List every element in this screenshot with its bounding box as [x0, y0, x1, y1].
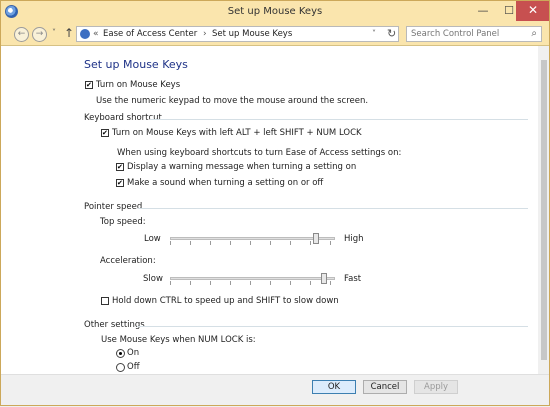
numlock-off-radio[interactable]	[116, 363, 125, 372]
top-speed-low-label: Low	[144, 234, 161, 244]
ok-button[interactable]: OK	[312, 380, 356, 394]
acceleration-ticks	[170, 281, 335, 285]
address-dropdown-icon[interactable]: ˅	[372, 29, 376, 38]
ctrl-shift-speed-label[interactable]: Hold down CTRL to speed up and SHIFT to …	[112, 296, 339, 306]
minimize-button[interactable]: —	[470, 0, 496, 21]
dialog-footer: OK Cancel Apply	[0, 374, 550, 407]
breadcrumb-ease-of-access[interactable]: Ease of Access Center	[103, 29, 197, 39]
acceleration-slider[interactable]	[170, 277, 335, 280]
content-area: Set up Mouse Keys Turn on Mouse Keys Use…	[0, 46, 550, 374]
top-speed-label: Top speed:	[100, 217, 146, 227]
search-icon[interactable]: ⌕	[531, 28, 537, 39]
up-arrow-icon[interactable]: ↑	[64, 26, 74, 40]
cancel-button[interactable]: Cancel	[363, 380, 407, 394]
address-bar[interactable]: « Ease of Access Center › Set up Mouse K…	[76, 26, 399, 42]
section-divider	[138, 208, 528, 209]
acceleration-slider-thumb[interactable]	[321, 273, 328, 284]
title-bar: Set up Mouse Keys — ☐ ✕	[0, 0, 550, 25]
turn-on-mouse-keys-checkbox[interactable]	[85, 81, 93, 89]
when-using-shortcuts-label: When using keyboard shortcuts to turn Ea…	[117, 148, 402, 158]
section-divider	[137, 326, 528, 327]
section-divider	[150, 119, 528, 120]
recent-pages-icon[interactable]: ˅	[52, 28, 56, 37]
numlock-label: Use Mouse Keys when NUM LOCK is:	[101, 335, 256, 345]
shortcut-label[interactable]: Turn on Mouse Keys with left ALT + left …	[112, 128, 362, 138]
back-arrow-icon[interactable]: ←	[14, 27, 29, 42]
page-title: Set up Mouse Keys	[84, 58, 188, 71]
breadcrumb-set-up-mouse-keys[interactable]: Set up Mouse Keys	[212, 29, 292, 39]
keyboard-shortcut-heading: Keyboard shortcut	[84, 113, 162, 123]
make-sound-label[interactable]: Make a sound when turning a setting on o…	[127, 178, 323, 188]
acceleration-label: Acceleration:	[100, 256, 156, 266]
control-panel-icon	[80, 29, 90, 39]
turn-on-description: Use the numeric keypad to move the mouse…	[96, 96, 369, 106]
other-settings-heading: Other settings	[84, 320, 145, 330]
numlock-on-label[interactable]: On	[127, 348, 139, 358]
acceleration-slow-label: Slow	[143, 274, 163, 284]
top-speed-high-label: High	[344, 234, 364, 244]
warning-message-checkbox[interactable]	[116, 163, 124, 171]
numlock-off-label[interactable]: Off	[127, 362, 140, 372]
window-title: Set up Mouse Keys	[227, 6, 323, 17]
breadcrumb-overflow-icon[interactable]: «	[93, 29, 99, 39]
turn-on-mouse-keys-label[interactable]: Turn on Mouse Keys	[96, 80, 180, 90]
warning-message-label[interactable]: Display a warning message when turning a…	[127, 162, 356, 172]
forward-arrow-icon[interactable]: →	[32, 27, 47, 42]
top-speed-slider[interactable]	[170, 237, 335, 240]
refresh-icon[interactable]: ↻	[387, 28, 396, 39]
pointer-speed-heading: Pointer speed	[84, 202, 143, 212]
search-input[interactable]	[411, 28, 521, 40]
top-speed-ticks	[170, 241, 335, 245]
breadcrumb-chevron-icon[interactable]: ›	[203, 29, 207, 39]
shortcut-checkbox[interactable]	[101, 129, 109, 137]
apply-button[interactable]: Apply	[414, 380, 458, 394]
make-sound-checkbox[interactable]	[116, 179, 124, 187]
scrollbar-thumb[interactable]	[541, 60, 547, 360]
top-speed-slider-thumb[interactable]	[313, 233, 320, 244]
close-button[interactable]: ✕	[516, 0, 550, 21]
search-box[interactable]: ⌕	[406, 26, 542, 42]
ctrl-shift-speed-checkbox[interactable]	[101, 297, 109, 305]
acceleration-fast-label: Fast	[344, 274, 362, 284]
numlock-on-radio[interactable]	[116, 349, 125, 358]
